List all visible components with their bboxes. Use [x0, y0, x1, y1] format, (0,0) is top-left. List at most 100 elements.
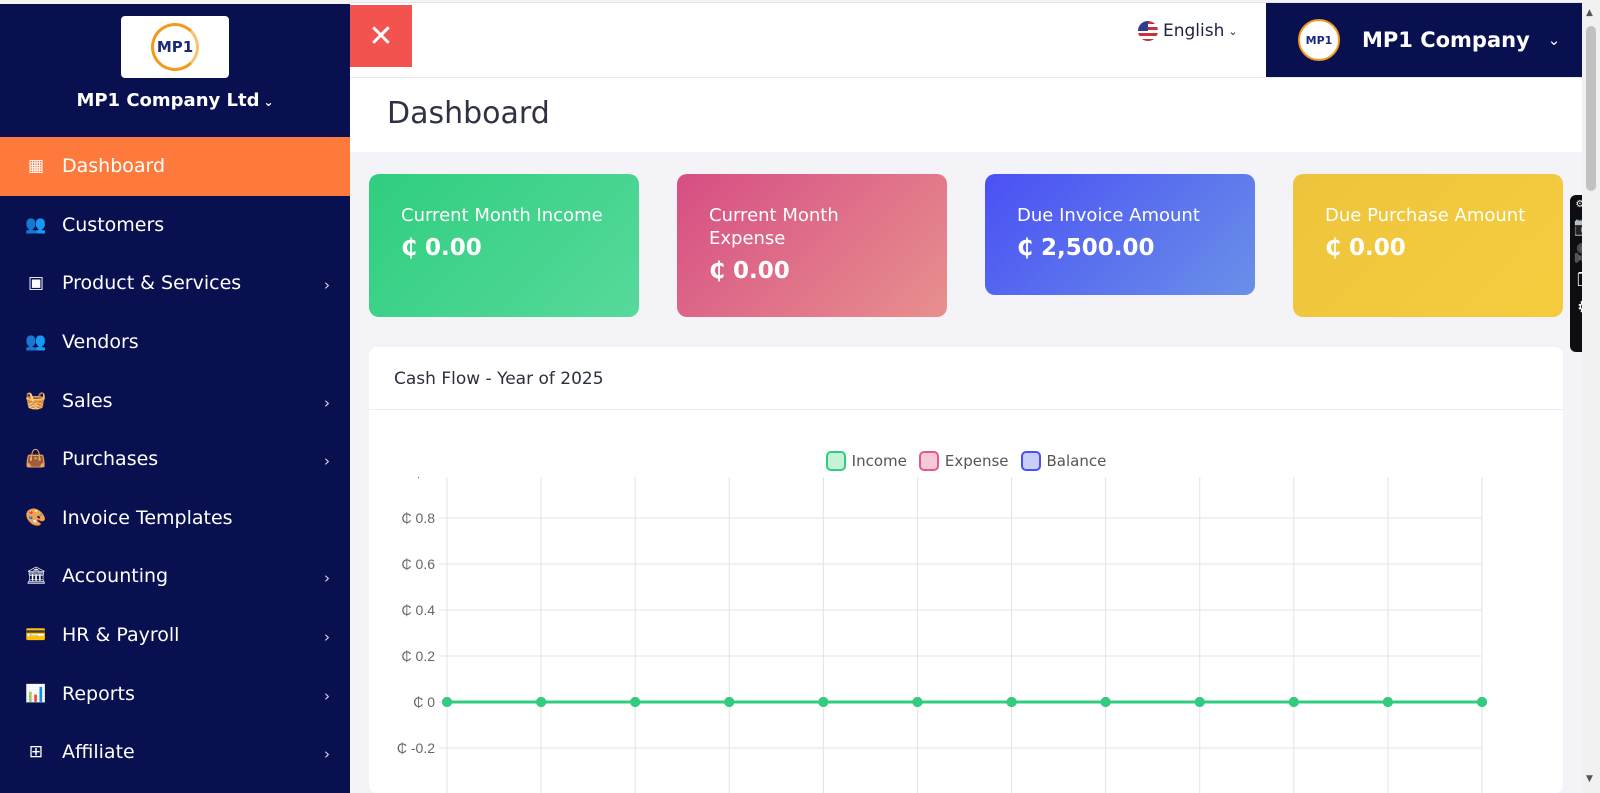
legend-swatch: [918, 451, 939, 471]
page-header: Dashboard: [350, 78, 1582, 152]
sidebar-item-dashboard[interactable]: ▦ Dashboard: [0, 137, 350, 196]
chevron-right-icon: ›: [324, 452, 330, 471]
sidebar-menu: ▦ Dashboard 👥 Customers ▣ Product & Services ›…: [0, 137, 350, 782]
legend-item[interactable]: Expense: [918, 451, 1009, 471]
scroll-up-icon[interactable]: ▲: [1586, 8, 1593, 18]
sidebar-item-label: Vendors: [62, 331, 139, 354]
sidebar-item-customers[interactable]: 👥 Customers: [0, 196, 350, 255]
data-point-income[interactable]: [536, 697, 547, 707]
user-name: MP1 Company: [1362, 28, 1530, 52]
data-point-income[interactable]: [912, 697, 923, 707]
dashboard-icon: ▦: [27, 156, 45, 177]
chevron-down-icon: ⌄: [1228, 24, 1238, 38]
language-selector[interactable]: English ⌄: [1138, 21, 1238, 41]
scrollbar[interactable]: ▲ ▼: [1582, 0, 1600, 793]
sitemap-icon: ⊞: [28, 742, 44, 763]
sidebar-item-hr-payroll[interactable]: 💳 HR & Payroll ›: [0, 606, 350, 665]
card-value: ₵ 0.00: [1325, 235, 1406, 261]
scroll-down-icon[interactable]: ▼: [1586, 774, 1593, 784]
user-menu[interactable]: MP1 MP1 Company ⌄: [1266, 3, 1582, 77]
chevron-right-icon: ›: [324, 393, 330, 412]
avatar: MP1: [1298, 19, 1340, 61]
chevron-down-icon: ⌄: [263, 95, 274, 109]
due-invoice-card: Due Invoice Amount ₵ 2,500.00: [985, 174, 1255, 295]
y-tick-label: ₵ -0.2: [397, 740, 435, 756]
data-point-income[interactable]: [724, 697, 735, 707]
sidebar-item-purchases[interactable]: 👜 Purchases ›: [0, 430, 350, 489]
card-label: Current Month Expense: [709, 205, 839, 249]
language-label: English: [1163, 21, 1225, 41]
y-tick-label: ₵ 0.2: [402, 648, 436, 664]
company-switcher[interactable]: MP1 Company Ltd ⌄: [0, 90, 350, 111]
data-point-income[interactable]: [1194, 697, 1205, 707]
sidebar-item-sales[interactable]: 🧺 Sales ›: [0, 371, 350, 430]
chevron-right-icon: ›: [324, 276, 330, 295]
legend-item[interactable]: Income: [825, 451, 907, 471]
y-tick-label: ₵ 0.4: [402, 602, 436, 618]
card-label: Due Purchase Amount: [1325, 205, 1526, 226]
company-logo[interactable]: MP1: [121, 16, 229, 78]
chevron-right-icon: ›: [324, 745, 330, 764]
logo-mark: MP1: [151, 23, 199, 71]
chart-title: Cash Flow - Year of 2025: [369, 347, 1563, 410]
data-point-income[interactable]: [1006, 697, 1017, 707]
y-tick-label: ₵ 1: [413, 477, 435, 480]
close-icon: ✕: [368, 18, 394, 54]
expense-card: Current Month Expense ₵ 0.00: [677, 174, 947, 317]
card-label: Due Invoice Amount: [1017, 205, 1200, 226]
basket-icon: 🧺: [25, 390, 47, 411]
page-title: Dashboard: [387, 96, 550, 131]
data-point-income[interactable]: [1477, 697, 1487, 707]
sidebar-item-vendors[interactable]: 👥 Vendors: [0, 313, 350, 372]
close-sidebar-button[interactable]: ✕: [350, 5, 412, 67]
sidebar-item-label: Product & Services: [62, 272, 242, 295]
scroll-thumb[interactable]: [1586, 26, 1596, 191]
data-point-income[interactable]: [818, 697, 829, 707]
chevron-right-icon: ›: [324, 686, 330, 705]
sidebar-item-accounting[interactable]: 🏛 Accounting ›: [0, 547, 350, 606]
sidebar-item-reports[interactable]: 📊 Reports ›: [0, 664, 350, 723]
legend-label: Balance: [1046, 452, 1107, 470]
sidebar-item-label: Sales: [62, 389, 113, 412]
data-point-income[interactable]: [1382, 697, 1393, 707]
income-card: Current Month Income ₵ 0.00: [369, 174, 639, 317]
card-label: Current Month Income: [401, 205, 603, 226]
card-value: ₵ 2,500.00: [1017, 235, 1155, 261]
sidebar-item-label: Purchases: [62, 448, 159, 471]
us-flag-icon: [1138, 21, 1158, 41]
cash-flow-chart: ₵ 1 ₵ 0.8 ₵ 0.6 ₵ 0.4 ₵ 0.2 ₵ 0 ₵ -0.2: [397, 477, 1487, 793]
sidebar: MP1 MP1 Company Ltd ⌄ ▦ Dashboard 👥 Customer…: [0, 4, 350, 793]
data-point-income[interactable]: [442, 697, 452, 707]
sidebar-item-label: Invoice Templates: [62, 506, 233, 529]
legend-swatch: [1020, 451, 1041, 471]
company-name-label: MP1 Company Ltd: [76, 90, 260, 111]
sidebar-item-label: HR & Payroll: [62, 624, 180, 647]
card-value: ₵ 0.00: [709, 258, 790, 284]
sidebar-item-label: Customers: [62, 213, 165, 236]
sidebar-item-invoice-templates[interactable]: 🎨 Invoice Templates: [0, 489, 350, 548]
sidebar-item-label: Dashboard: [62, 155, 166, 178]
bag-icon: 👜: [25, 449, 47, 470]
y-tick-label: ₵ 0.8: [402, 510, 436, 526]
data-point-income[interactable]: [1288, 697, 1299, 707]
chevron-right-icon: ›: [324, 569, 330, 588]
legend-item[interactable]: Balance: [1020, 451, 1107, 471]
sidebar-item-product-services[interactable]: ▣ Product & Services ›: [0, 254, 350, 313]
card-value: ₵ 0.00: [401, 235, 482, 261]
users-icon: 👥: [25, 332, 47, 353]
due-purchase-card: Due Purchase Amount ₵ 0.00: [1293, 174, 1563, 317]
cash-flow-card: Cash Flow - Year of 2025 Income Expense Ba…: [369, 347, 1563, 793]
chevron-down-icon: ⌄: [1547, 31, 1561, 49]
legend-swatch: [825, 451, 846, 471]
sidebar-item-label: Reports: [62, 682, 135, 705]
y-tick-label: ₵ 0: [413, 694, 435, 710]
top-bar: ✕ English ⌄ MP1 MP1 Company ⌄: [350, 2, 1582, 78]
y-tick-label: ₵ 0.6: [402, 556, 436, 572]
sidebar-item-affiliate[interactable]: ⊞ Affiliate ›: [0, 723, 350, 782]
chevron-right-icon: ›: [324, 627, 330, 646]
money-check-icon: 💳: [25, 625, 47, 646]
sidebar-item-label: Affiliate: [62, 741, 135, 764]
data-point-income[interactable]: [1100, 697, 1111, 707]
legend-label: Expense: [944, 452, 1009, 470]
data-point-income[interactable]: [630, 697, 641, 707]
